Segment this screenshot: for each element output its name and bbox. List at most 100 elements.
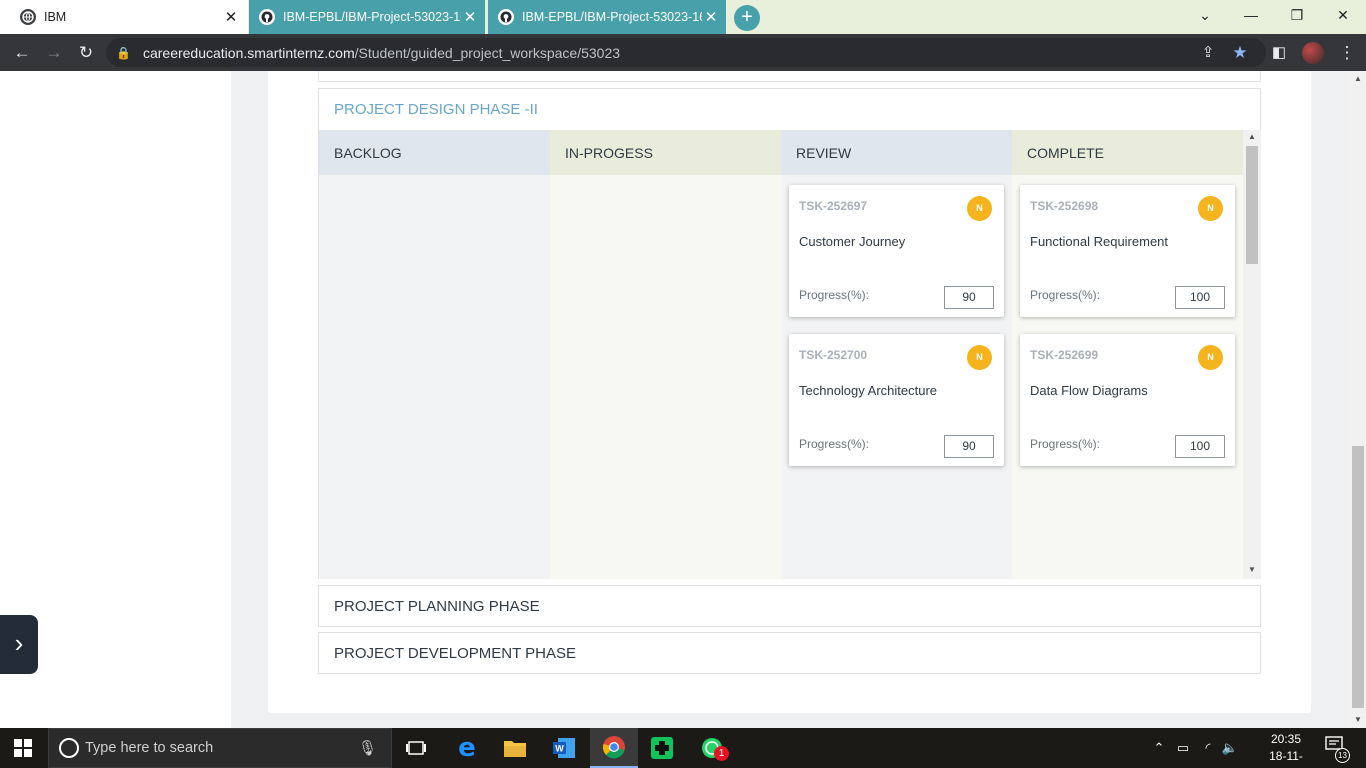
globe-icon (20, 9, 36, 25)
phase-design-section: PROJECT DESIGN PHASE -II BACKLOG IN-PROG… (318, 88, 1261, 579)
sidebar-expand-button[interactable]: › (0, 615, 38, 674)
url-path: /Student/guided_project_workspace/53023 (354, 44, 621, 61)
column-in-progress: IN-PROGESS (550, 130, 781, 579)
board-scrollbar[interactable]: ▲ ▼ (1243, 130, 1261, 579)
menu-icon[interactable]: ⋮ (1332, 34, 1362, 71)
chevron-up-icon[interactable]: ⌃ (1150, 728, 1168, 768)
phase-development-title: PROJECT DEVELOPMENT PHASE (334, 645, 577, 662)
scroll-down-icon[interactable]: ▼ (1243, 565, 1261, 574)
svg-text:W: W (555, 744, 564, 754)
wifi-icon[interactable]: ◜ (1198, 728, 1218, 768)
clock-time: 20:35 (1270, 732, 1302, 746)
progress-input[interactable]: 90 (944, 286, 994, 309)
edge-icon[interactable]: e (443, 728, 491, 768)
url-host: careereducation.smartinternz.com (142, 44, 355, 61)
tab-title: IBM (44, 10, 67, 24)
progress-label: Progress(%): (1030, 437, 1101, 451)
progress-input[interactable]: 100 (1175, 286, 1225, 309)
progress-input[interactable]: 100 (1175, 435, 1225, 458)
column-review: REVIEW TSK-252697 N Customer Journey Pro… (781, 130, 1012, 579)
tab-strip: IBM ✕ IBM-EPBL/IBM-Project-53023-16 ✕ IB… (0, 0, 1366, 34)
clock-date: 18-11-2022 (1269, 749, 1303, 768)
phase-design-title[interactable]: PROJECT DESIGN PHASE -II (334, 101, 538, 118)
battery-icon[interactable]: ▭ (1173, 728, 1193, 768)
minimize-button[interactable]: — (1228, 0, 1274, 30)
task-view-icon[interactable] (392, 728, 440, 768)
task-card[interactable]: TSK-252700 N Technology Architecture Pro… (789, 334, 1004, 466)
phase-planning-title: PROJECT PLANNING PHASE (334, 598, 540, 615)
column-complete: COMPLETE TSK-252698 N Functional Require… (1012, 130, 1243, 579)
tab-ibm[interactable]: IBM ✕ (0, 0, 248, 34)
github-icon (259, 9, 275, 25)
tab-github-2[interactable]: IBM-EPBL/IBM-Project-53023-16 ✕ (488, 0, 726, 34)
task-name: Customer Journey (799, 234, 906, 249)
status-badge: N (1198, 196, 1223, 221)
task-card[interactable]: TSK-252697 N Customer Journey Progress(%… (789, 185, 1004, 317)
tab-title: IBM-EPBL/IBM-Project-53023-16 (283, 10, 461, 24)
kanban-board: BACKLOG IN-PROGESS REVIEW TSK-252697 N C… (319, 130, 1243, 579)
chevron-right-icon: › (14, 628, 24, 658)
whatsapp-icon[interactable]: 1 (688, 728, 736, 768)
lock-icon: 🔒 (116, 45, 131, 60)
reload-icon[interactable]: ↻ (71, 34, 101, 71)
close-tab-icon[interactable]: ✕ (702, 8, 720, 26)
file-explorer-icon[interactable] (491, 728, 539, 768)
restore-button[interactable]: ❐ (1274, 0, 1320, 30)
scrollbar-thumb[interactable] (1246, 146, 1258, 264)
task-card[interactable]: TSK-252698 N Functional Requirement Prog… (1020, 185, 1235, 317)
cortana-icon (59, 738, 79, 758)
page-scrollbar[interactable]: ▲ ▼ (1350, 71, 1366, 728)
previous-section-edge (318, 71, 1261, 82)
tab-title: IBM-EPBL/IBM-Project-53023-16 (522, 10, 702, 24)
side-panel-icon[interactable]: ◧ (1264, 34, 1294, 71)
search-placeholder: Type here to search (85, 740, 214, 756)
windows-start-icon[interactable] (14, 739, 32, 757)
notification-count: 13 (1335, 748, 1350, 763)
windows-taskbar: Type here to search 🎙 e W 1 ⌃ ▭ ◜ 🔈 20:3… (0, 728, 1366, 768)
game-app-icon[interactable] (638, 728, 686, 768)
back-arrow-icon[interactable]: ← (7, 34, 37, 71)
column-header: COMPLETE (1012, 130, 1243, 175)
task-name: Functional Requirement (1030, 234, 1169, 249)
forward-arrow-icon[interactable]: → (39, 34, 69, 71)
tab-search-icon[interactable]: ⌄ (1182, 0, 1228, 30)
column-header: IN-PROGESS (550, 130, 781, 175)
avatar[interactable] (1302, 42, 1324, 64)
close-tab-icon[interactable]: ✕ (222, 8, 240, 26)
share-icon[interactable]: ⇪ (1193, 34, 1223, 71)
page-content: › PROJECT DESIGN PHASE -II BACKLOG IN-PR… (0, 71, 1350, 728)
new-tab-button[interactable]: + (734, 5, 760, 31)
taskbar-search-box[interactable]: Type here to search 🎙 (48, 728, 392, 768)
progress-input[interactable]: 90 (944, 435, 994, 458)
status-badge: N (1198, 345, 1223, 370)
scrollbar-thumb[interactable] (1352, 446, 1364, 708)
speaker-muted-icon[interactable]: 🔈 (1220, 728, 1240, 768)
task-id: TSK-252699 (1030, 348, 1099, 362)
scroll-up-icon[interactable]: ▲ (1243, 132, 1261, 141)
status-badge: N (967, 345, 992, 370)
column-header: BACKLOG (319, 130, 550, 175)
status-badge: N (967, 196, 992, 221)
task-id: TSK-252698 (1030, 199, 1099, 213)
chrome-icon[interactable] (590, 728, 638, 768)
phase-planning-section[interactable]: PROJECT PLANNING PHASE (318, 585, 1261, 627)
task-card[interactable]: TSK-252699 N Data Flow Diagrams Progress… (1020, 334, 1235, 466)
phase-development-section[interactable]: PROJECT DEVELOPMENT PHASE (318, 632, 1261, 674)
task-name: Data Flow Diagrams (1030, 383, 1148, 398)
bookmark-star-icon[interactable]: ★ (1225, 34, 1255, 71)
tab-github-1[interactable]: IBM-EPBL/IBM-Project-53023-16 ✕ (249, 0, 485, 34)
progress-label: Progress(%): (799, 437, 870, 451)
column-backlog: BACKLOG (319, 130, 550, 579)
address-bar[interactable]: 🔒 careereducation.smartinternz.com /Stud… (106, 38, 1266, 67)
scroll-up-icon[interactable]: ▲ (1350, 74, 1366, 83)
word-icon[interactable]: W (540, 728, 588, 768)
scroll-down-icon[interactable]: ▼ (1350, 715, 1366, 724)
clock[interactable]: 20:35 18-11-2022 (1258, 731, 1314, 768)
task-id: TSK-252700 (799, 348, 868, 362)
close-tab-icon[interactable]: ✕ (461, 8, 479, 26)
task-id: TSK-252697 (799, 199, 868, 213)
close-window-button[interactable]: ✕ (1320, 0, 1366, 30)
github-icon (498, 9, 514, 25)
microphone-icon[interactable]: 🎙 (358, 739, 377, 757)
notification-badge: 1 (714, 746, 729, 761)
